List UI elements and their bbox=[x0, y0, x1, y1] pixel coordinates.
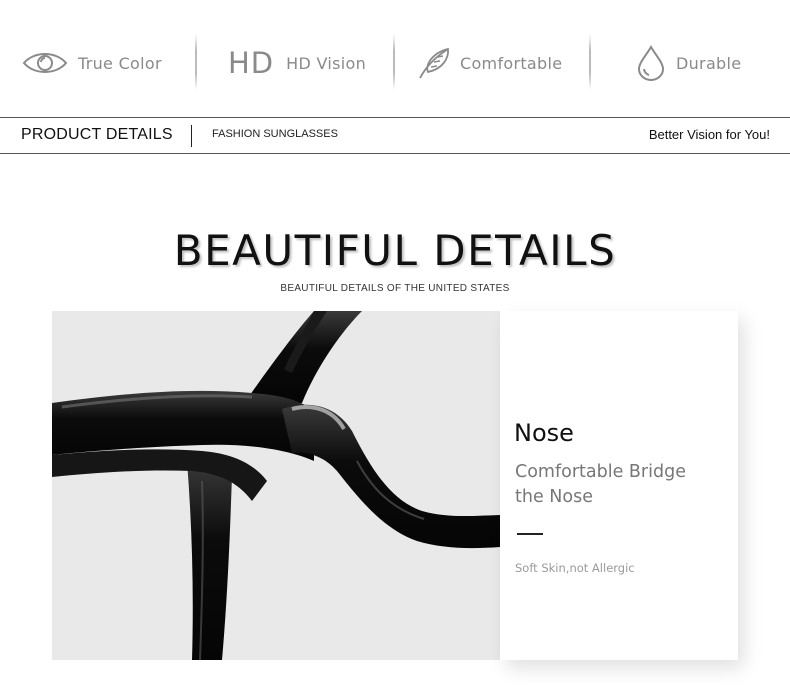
divider bbox=[191, 125, 192, 147]
feature-comfortable: Comfortable bbox=[416, 38, 562, 88]
description-line: Comfortable Bridge bbox=[515, 462, 686, 482]
feature-row: True Color HD HD Vision Comfortable Dura… bbox=[0, 0, 790, 118]
glasses-frame-image bbox=[52, 311, 500, 660]
feature-label: Comfortable bbox=[460, 53, 563, 73]
feature-true-color: True Color bbox=[22, 38, 162, 88]
detail-note: Soft Skin,not Allergic bbox=[515, 561, 635, 575]
feature-label: HD Vision bbox=[286, 53, 367, 73]
divider bbox=[195, 34, 197, 90]
product-photo bbox=[52, 311, 500, 660]
description-line: the Nose bbox=[515, 487, 593, 507]
product-details-bar: PRODUCT DETAILS FASHION SUNGLASSES Bette… bbox=[0, 117, 790, 154]
headline-subtitle: BEAUTIFUL DETAILS OF THE UNITED STATES bbox=[280, 283, 510, 294]
section-title: PRODUCT DETAILS bbox=[21, 126, 173, 143]
hd-icon: HD bbox=[228, 46, 275, 80]
section-subtitle: FASHION SUNGLASSES bbox=[212, 128, 338, 140]
detail-card: Nose Comfortable Bridge the Nose Soft Sk… bbox=[500, 311, 738, 660]
feather-icon bbox=[419, 47, 449, 79]
feature-label: Durable bbox=[676, 53, 742, 73]
divider bbox=[393, 34, 395, 90]
eye-icon bbox=[22, 53, 68, 73]
feature-label: True Color bbox=[78, 53, 162, 73]
feature-hd-vision: HD HD Vision bbox=[228, 38, 366, 88]
divider bbox=[589, 34, 591, 90]
slogan: Better Vision for You! bbox=[648, 127, 770, 142]
detail-description: Comfortable Bridge the Nose bbox=[515, 460, 725, 510]
detail-name: Nose bbox=[514, 419, 574, 447]
accent-rule bbox=[517, 533, 543, 535]
water-drop-icon bbox=[637, 45, 665, 81]
headline-title: BEAUTIFUL DETAILS bbox=[173, 226, 617, 275]
feature-durable: Durable bbox=[636, 38, 741, 88]
